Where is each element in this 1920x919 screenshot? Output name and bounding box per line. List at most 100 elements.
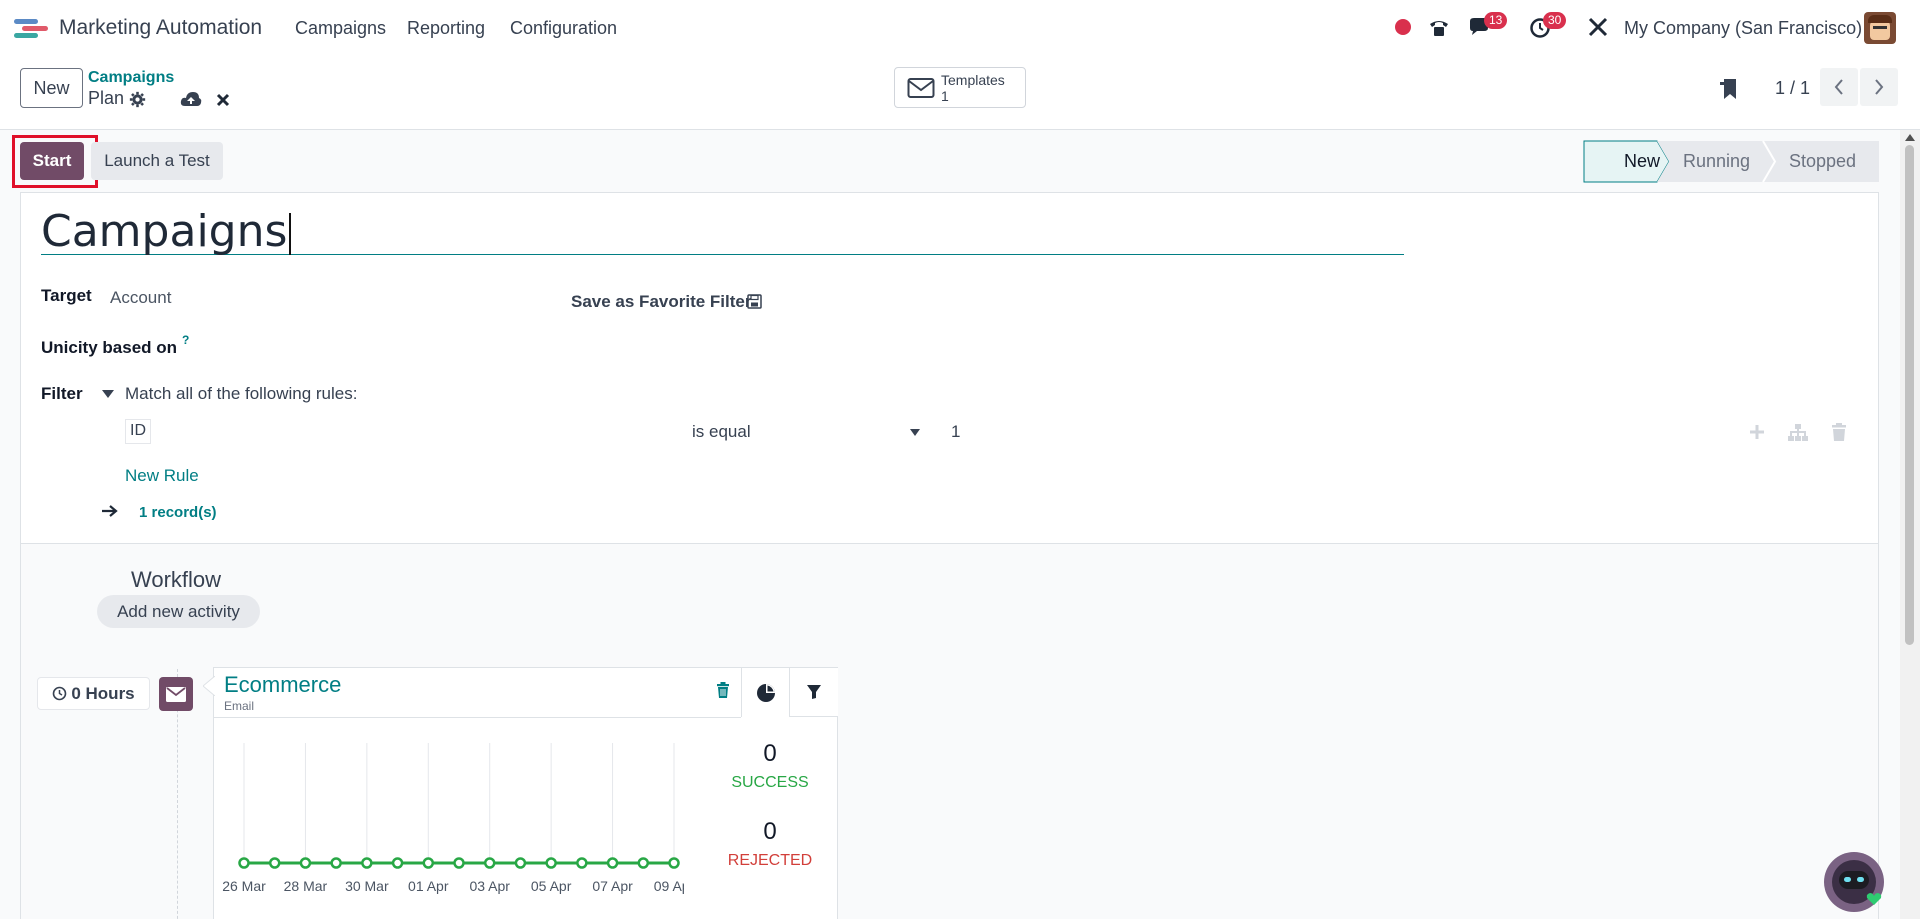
form-sheet: Campaigns Target Account Save as Favorit… bbox=[20, 192, 1879, 919]
data-point[interactable] bbox=[299, 857, 312, 869]
workflow-section: Workflow Add new activity 0 Hours Ecomme… bbox=[21, 544, 1878, 919]
target-label: Target bbox=[41, 286, 92, 305]
pager-previous-button[interactable] bbox=[1820, 68, 1858, 106]
data-point[interactable] bbox=[268, 857, 281, 869]
livechat-bot-button[interactable] bbox=[1824, 852, 1884, 912]
save-favorite-filter-button[interactable]: Save as Favorite Filter bbox=[571, 292, 751, 312]
new-rule-link[interactable]: New Rule bbox=[125, 466, 199, 486]
gear-icon[interactable] bbox=[129, 91, 146, 108]
data-point[interactable] bbox=[668, 857, 680, 869]
messages-badge: 13 bbox=[1484, 12, 1508, 29]
data-point[interactable] bbox=[453, 857, 465, 869]
data-point[interactable] bbox=[330, 857, 342, 869]
clock-icon bbox=[53, 686, 67, 701]
menu-reporting[interactable]: Reporting bbox=[407, 18, 485, 39]
records-count-link[interactable]: 1 record(s) bbox=[139, 504, 217, 521]
x-tick-label: 28 Mar bbox=[284, 878, 328, 894]
app-name[interactable]: Marketing Automation bbox=[59, 16, 262, 40]
delete-activity-trash-icon[interactable] bbox=[716, 682, 730, 699]
x-tick-label: 07 Apr bbox=[592, 878, 633, 894]
recording-dot-icon[interactable] bbox=[1395, 19, 1411, 35]
text-caret bbox=[289, 213, 292, 255]
chevron-right-icon bbox=[1875, 79, 1884, 95]
menu-campaigns[interactable]: Campaigns bbox=[295, 18, 386, 39]
x-tick-label: 01 Apr bbox=[408, 878, 449, 894]
phone-icon[interactable] bbox=[1427, 16, 1451, 40]
filter-label: Filter bbox=[41, 384, 83, 403]
delay-value: 0 Hours bbox=[71, 683, 135, 703]
pie-chart-icon bbox=[756, 683, 775, 702]
vertical-scrollbar[interactable] bbox=[1900, 130, 1920, 919]
add-branch-icon[interactable] bbox=[1787, 423, 1809, 442]
rule-operator-select[interactable]: is equal bbox=[692, 422, 751, 442]
top-navbar: Marketing Automation Campaigns Reporting… bbox=[0, 0, 1920, 56]
target-value[interactable]: Account bbox=[110, 288, 171, 308]
rejected-label[interactable]: REJECTED bbox=[720, 852, 820, 870]
x-tick-label: 26 Mar bbox=[222, 878, 266, 894]
workflow-title: Workflow bbox=[131, 567, 222, 592]
success-label[interactable]: SUCCESS bbox=[720, 774, 820, 792]
data-point[interactable] bbox=[391, 857, 404, 869]
unicity-label: Unicity based on bbox=[41, 338, 178, 357]
graph-tab-button[interactable] bbox=[741, 668, 789, 717]
x-tick-label: 03 Apr bbox=[469, 878, 510, 894]
delete-rule-trash-icon[interactable] bbox=[1831, 423, 1847, 442]
unicity-help-tooltip[interactable]: ? bbox=[182, 333, 189, 347]
select-caret-icon bbox=[910, 429, 920, 436]
templates-label: Templates bbox=[941, 72, 1005, 88]
templates-smart-button[interactable]: Templates 1 bbox=[894, 67, 1026, 108]
menu-configuration[interactable]: Configuration bbox=[510, 18, 617, 39]
heart-icon bbox=[1866, 893, 1882, 905]
data-point[interactable] bbox=[514, 857, 527, 869]
company-switcher[interactable]: My Company (San Francisco) bbox=[1624, 18, 1862, 39]
stage-running[interactable]: Running bbox=[1683, 141, 1750, 182]
arrow-right-icon bbox=[102, 505, 118, 517]
chevron-left-icon bbox=[1834, 79, 1843, 95]
email-activity-type-icon bbox=[159, 677, 193, 711]
rejected-count: 0 bbox=[763, 818, 777, 845]
data-point[interactable] bbox=[361, 857, 373, 869]
data-point[interactable] bbox=[545, 857, 557, 869]
x-tick-label: 05 Apr bbox=[531, 878, 572, 894]
bookmark-icon[interactable] bbox=[1718, 77, 1738, 101]
breadcrumb-campaigns[interactable]: Campaigns bbox=[88, 69, 174, 87]
data-point[interactable] bbox=[483, 857, 496, 869]
match-rules-text: Match all of the following rules: bbox=[125, 384, 358, 403]
add-rule-plus-icon[interactable] bbox=[1748, 423, 1766, 441]
new-button[interactable]: New bbox=[20, 68, 83, 108]
activity-card: Ecommerce Email 26 Mar 28 Mar 30 Mar 01 Apr… bbox=[203, 667, 838, 919]
app-logo-icon[interactable] bbox=[14, 17, 48, 39]
x-tick-label: 09 Apr bbox=[654, 878, 684, 894]
pager-next-button[interactable] bbox=[1860, 68, 1898, 106]
data-point[interactable] bbox=[606, 857, 619, 869]
card-pointer bbox=[203, 676, 215, 696]
stage-stopped[interactable]: Stopped bbox=[1789, 141, 1856, 182]
start-button[interactable]: Start bbox=[20, 142, 84, 180]
envelope-icon bbox=[166, 686, 186, 702]
debug-tools-icon[interactable] bbox=[1587, 16, 1609, 38]
data-point[interactable] bbox=[637, 857, 650, 869]
data-point[interactable] bbox=[576, 857, 588, 869]
floppy-disk-icon[interactable] bbox=[747, 294, 762, 309]
success-count: 0 bbox=[763, 740, 777, 767]
scroll-up-arrow-icon[interactable] bbox=[1905, 134, 1915, 141]
campaign-name-input[interactable]: Campaigns bbox=[41, 209, 1404, 255]
data-point[interactable] bbox=[422, 857, 435, 869]
funnel-icon bbox=[807, 685, 821, 699]
form-view: Start Launch a Test New Running Stopped … bbox=[0, 130, 1900, 919]
caret-down-icon[interactable] bbox=[101, 389, 115, 399]
cloud-upload-icon[interactable] bbox=[180, 90, 202, 108]
rule-value-input[interactable]: 1 bbox=[951, 422, 960, 442]
user-avatar[interactable] bbox=[1864, 12, 1896, 44]
activity-line-chart: 26 Mar 28 Mar 30 Mar 01 Apr 03 Apr 05 Apr 07 A… bbox=[222, 743, 684, 894]
pager-value[interactable]: 1 / 1 bbox=[1775, 78, 1810, 99]
scroll-thumb[interactable] bbox=[1905, 145, 1914, 645]
launch-test-button[interactable]: Launch a Test bbox=[91, 142, 223, 180]
add-new-activity-button[interactable]: Add new activity bbox=[97, 595, 260, 628]
discard-close-icon[interactable] bbox=[216, 93, 230, 107]
rule-field-path[interactable]: ID bbox=[125, 419, 151, 444]
activity-name[interactable]: Ecommerce bbox=[224, 672, 341, 698]
data-point[interactable] bbox=[238, 857, 250, 869]
stage-new[interactable]: New bbox=[1624, 141, 1660, 182]
filter-tab-button[interactable] bbox=[789, 668, 838, 717]
